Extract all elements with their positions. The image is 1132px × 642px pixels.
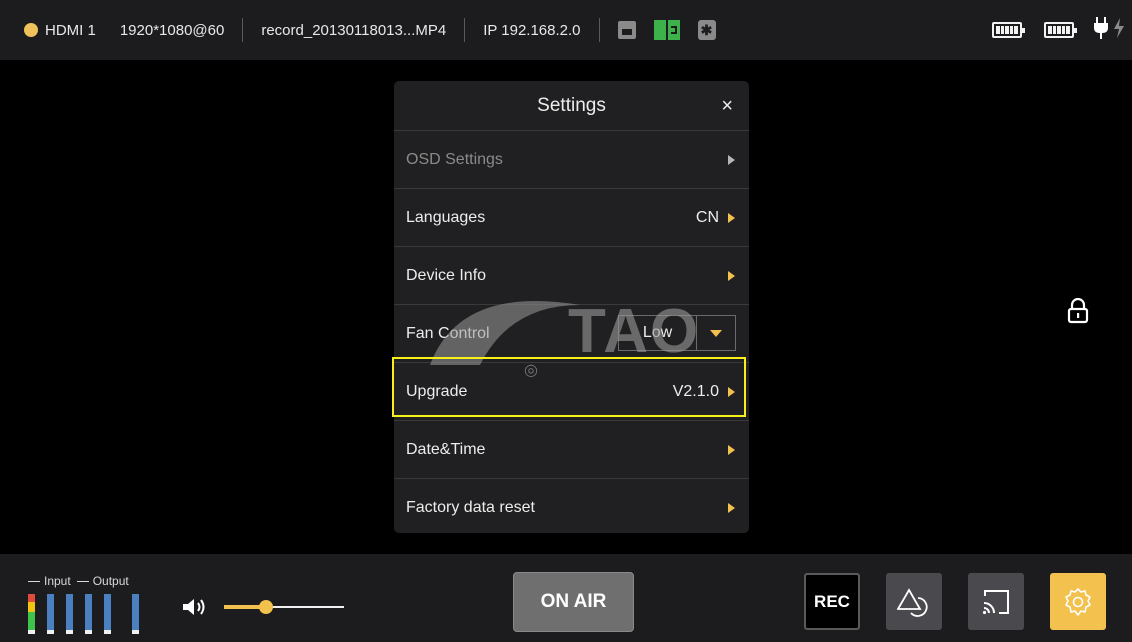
storage-card-icon [653, 20, 680, 40]
record-button[interactable]: REC [804, 573, 860, 630]
menu-item-label: Factory data reset [406, 498, 535, 516]
chevron-right-icon [728, 270, 735, 281]
status-bar: HDMI 1 1920*1080@60 record_20130118013..… [0, 0, 1132, 60]
menu-item-languages[interactable]: Languages CN [394, 189, 749, 247]
power-plug-icon [1093, 17, 1109, 45]
dropdown-button[interactable] [696, 316, 735, 350]
battery-icon [1044, 22, 1077, 38]
cast-button[interactable] [968, 573, 1024, 630]
output-level-meter [132, 594, 139, 634]
gear-icon [1065, 587, 1091, 616]
battery-icon [992, 22, 1025, 38]
bluetooth-icon: ✱ [697, 20, 716, 40]
ip-address: IP 192.168.2.0 [483, 21, 581, 39]
menu-item-label: Upgrade [406, 382, 468, 400]
menu-item-date-time[interactable]: Date&Time [394, 421, 749, 479]
divider [464, 18, 466, 42]
signal-status-dot [24, 23, 38, 37]
chevron-down-icon [710, 329, 722, 337]
language-value: CN [695, 208, 719, 226]
input-legend-label: Input [44, 574, 71, 588]
resolution-readout: 1920*1080@60 [119, 21, 225, 39]
chevron-right-icon [728, 444, 735, 455]
settings-title: Settings [537, 95, 606, 116]
divider [242, 18, 244, 42]
chevron-right-icon [728, 212, 735, 223]
menu-item-factory-reset[interactable]: Factory data reset [394, 479, 749, 533]
menu-item-label: Fan Control [406, 324, 490, 342]
fan-control-value: Low [642, 324, 673, 341]
chevron-right-icon [728, 502, 735, 513]
input-source: HDMI 1 [45, 21, 96, 39]
menu-item-osd-settings[interactable]: OSD Settings [394, 131, 749, 189]
cast-icon [982, 589, 1009, 614]
shapes-icon [897, 587, 928, 617]
recording-filename: record_20130118013...MP4 [261, 21, 447, 39]
menu-item-device-info[interactable]: Device Info [394, 247, 749, 305]
overlay-tools-button[interactable] [886, 573, 942, 630]
menu-item-label: Languages [406, 208, 486, 226]
settings-button[interactable] [1050, 573, 1106, 630]
menu-item-upgrade[interactable]: Upgrade V2.1.0 [394, 363, 749, 421]
input-level-meter [47, 594, 54, 634]
on-air-button[interactable]: ON AIR [513, 572, 634, 632]
sd-card-icon [617, 21, 636, 39]
input-level-meter [66, 594, 73, 634]
output-legend-label: Output [92, 574, 129, 588]
chevron-right-icon [728, 386, 735, 397]
input-level-meter [28, 594, 35, 634]
speaker-icon[interactable] [182, 597, 210, 622]
menu-item-label: OSD Settings [406, 150, 503, 168]
meter-legend: Input Output [28, 574, 129, 588]
divider [598, 18, 600, 42]
lock-icon[interactable] [1067, 297, 1089, 329]
menu-item-label: Date&Time [406, 440, 486, 458]
fan-control-select[interactable]: Low [618, 315, 736, 351]
volume-slider-handle[interactable] [259, 600, 273, 614]
settings-dialog: Settings × OSD Settings Languages CN Dev… [394, 81, 749, 533]
close-button[interactable]: × [721, 95, 733, 118]
firmware-version: V2.1.0 [672, 382, 719, 400]
input-level-meter [85, 594, 92, 634]
input-level-meter [104, 594, 111, 634]
settings-header: Settings × [394, 81, 749, 131]
menu-item-label: Device Info [406, 266, 487, 284]
chevron-right-icon [728, 154, 735, 165]
charging-bolt-icon [1114, 18, 1124, 43]
menu-item-fan-control: Fan Control Low [394, 305, 749, 363]
